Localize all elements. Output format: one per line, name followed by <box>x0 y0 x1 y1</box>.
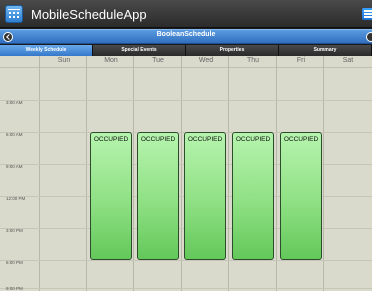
event-block-mon[interactable]: OCCUPIED <box>90 132 132 260</box>
time-label: 9:00 PM <box>6 286 23 291</box>
event-block-wed[interactable]: OCCUPIED <box>184 132 226 260</box>
back-arrow-icon[interactable] <box>3 32 13 42</box>
view-title-bar: BooleanSchedule <box>0 29 372 44</box>
event-block-fri[interactable]: OCCUPIED <box>280 132 322 260</box>
day-header-mon: Mon <box>104 57 118 64</box>
grid-line <box>0 288 372 289</box>
day-header-sun: Sun <box>57 57 71 64</box>
tab-summary[interactable]: Summary <box>279 45 372 56</box>
tab-weekly-schedule[interactable]: Weekly Schedule <box>0 45 93 56</box>
weekly-calendar[interactable]: Sun Mon Tue Wed Thu Fri Sat 3:00 AM 6:00… <box>0 56 372 291</box>
event-label: OCCUPIED <box>93 136 129 143</box>
time-label: 6:00 AM <box>6 132 23 137</box>
event-block-tue[interactable]: OCCUPIED <box>137 132 179 260</box>
day-header-sat: Sat <box>342 57 354 64</box>
time-label: 3:00 AM <box>6 100 23 105</box>
view-title: BooleanSchedule <box>156 31 216 38</box>
grid-line <box>86 56 87 291</box>
tab-bar: Weekly Schedule Special Events Propertie… <box>0 45 372 56</box>
forward-arrow-icon[interactable] <box>366 32 372 42</box>
day-header-thu: Thu <box>246 57 260 64</box>
tab-properties[interactable]: Properties <box>186 45 279 56</box>
grid-line <box>276 56 277 291</box>
day-header-row: Sun Mon Tue Wed Thu Fri Sat <box>0 56 372 68</box>
grid-line <box>181 56 182 291</box>
app-header: MobileScheduleApp <box>0 0 372 28</box>
calendar-icon <box>5 5 23 23</box>
app-title: MobileScheduleApp <box>31 7 147 22</box>
time-label: 3:00 PM <box>6 228 23 233</box>
event-label: OCCUPIED <box>187 136 223 143</box>
grid-line <box>0 100 372 101</box>
day-header-fri: Fri <box>296 57 306 64</box>
event-block-thu[interactable]: OCCUPIED <box>232 132 274 260</box>
event-label: OCCUPIED <box>140 136 176 143</box>
grid-line <box>323 56 324 291</box>
time-label: 9:00 AM <box>6 164 23 169</box>
tab-special-events[interactable]: Special Events <box>93 45 186 56</box>
grid-line <box>228 56 229 291</box>
grid-line <box>133 56 134 291</box>
time-label: 6:00 PM <box>6 260 23 265</box>
grid-line <box>39 56 40 291</box>
day-header-wed: Wed <box>198 57 214 64</box>
time-label: 12:00 PM <box>6 196 26 201</box>
menu-icon[interactable] <box>362 8 372 20</box>
grid-line <box>0 260 372 261</box>
event-label: OCCUPIED <box>235 136 271 143</box>
day-header-tue: Tue <box>152 57 164 64</box>
event-label: OCCUPIED <box>283 136 319 143</box>
